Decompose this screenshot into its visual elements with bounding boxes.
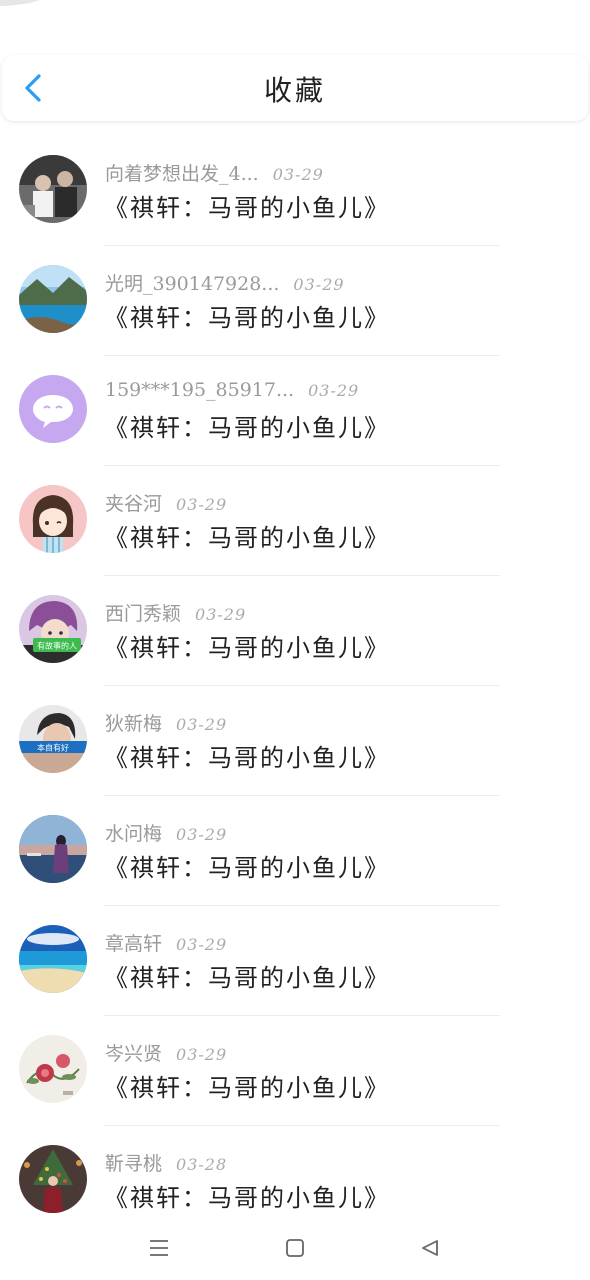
divider: [104, 685, 500, 686]
item-date: 03-29: [195, 605, 247, 624]
item-subject[interactable]: 《祺轩：马哥的小鱼儿》: [104, 188, 390, 223]
status-bar-decoration: [0, 0, 40, 6]
item-date: 03-29: [176, 715, 228, 734]
default-chat-avatar[interactable]: [19, 375, 87, 443]
list-item[interactable]: 岑兴贤 03-29 《祺轩：马哥的小鱼儿》: [0, 1015, 590, 1125]
item-meta: 岑兴贤 03-29: [105, 1039, 227, 1066]
list-item[interactable]: 章高轩 03-29 《祺轩：马哥的小鱼儿》: [0, 905, 590, 1015]
sender-name: 水问梅: [105, 823, 163, 845]
sender-name: 向着梦想出发_4...: [105, 163, 259, 185]
item-subject[interactable]: 《祺轩：马哥的小鱼儿》: [104, 1178, 390, 1213]
menu-icon: [150, 1240, 168, 1256]
menu-button[interactable]: [141, 1230, 177, 1266]
item-meta: 靳寻桃 03-28: [105, 1149, 227, 1176]
christmas-tree-avatar[interactable]: [19, 1145, 87, 1213]
item-meta: 狄新梅 03-29: [105, 709, 227, 736]
sunset-girl-avatar[interactable]: [19, 815, 87, 883]
anime-character-avatar[interactable]: 有故事的人: [19, 595, 87, 663]
header-bar: 收藏: [2, 55, 588, 121]
back-nav-button[interactable]: [412, 1230, 448, 1266]
item-date: 03-29: [176, 825, 228, 844]
cartoon-girl-avatar[interactable]: [19, 485, 87, 553]
item-subject[interactable]: 《祺轩：马哥的小鱼儿》: [104, 848, 390, 883]
avatar-caption: 有故事的人: [37, 641, 77, 651]
item-date: 03-29: [176, 495, 228, 514]
item-meta: 光明_390147928... 03-29: [105, 269, 345, 296]
item-date: 03-28: [176, 1155, 228, 1174]
divider: [104, 465, 500, 466]
sender-name: 西门秀颖: [105, 603, 182, 625]
item-subject[interactable]: 《祺轩：马哥的小鱼儿》: [104, 738, 390, 773]
item-date: 03-29: [293, 275, 345, 294]
item-subject[interactable]: 《祺轩：马哥的小鱼儿》: [104, 518, 390, 553]
item-date: 03-29: [308, 381, 360, 400]
avatar-caption: 本自有好: [37, 743, 69, 753]
list-item[interactable]: 159***195_85917... 03-29 《祺轩：马哥的小鱼儿》: [0, 355, 590, 465]
item-subject[interactable]: 《祺轩：马哥的小鱼儿》: [104, 628, 390, 663]
sender-name: 夹谷河: [105, 493, 163, 515]
sender-name: 159***195_85917...: [105, 379, 295, 401]
item-meta: 159***195_85917... 03-29: [105, 379, 359, 401]
item-subject[interactable]: 《祺轩：马哥的小鱼儿》: [104, 408, 390, 443]
item-subject[interactable]: 《祺轩：马哥的小鱼儿》: [104, 298, 390, 333]
item-meta: 水问梅 03-29: [105, 819, 227, 846]
system-nav-bar: [0, 1216, 590, 1280]
divider: [104, 355, 500, 356]
list-item[interactable]: 水问梅 03-29 《祺轩：马哥的小鱼儿》: [0, 795, 590, 905]
divider: [104, 575, 500, 576]
item-date: 03-29: [176, 1045, 228, 1064]
sender-name: 靳寻桃: [105, 1153, 163, 1175]
divider: [104, 1015, 500, 1016]
divider: [104, 905, 500, 906]
lake-landscape-avatar[interactable]: [19, 265, 87, 333]
sender-name: 章高轩: [105, 933, 163, 955]
sender-name: 狄新梅: [105, 713, 163, 735]
sender-name: 岑兴贤: [105, 1043, 163, 1065]
list-item[interactable]: 夹谷河 03-29 《祺轩：马哥的小鱼儿》: [0, 465, 590, 575]
list-item[interactable]: 光明_390147928... 03-29 《祺轩：马哥的小鱼儿》: [0, 245, 590, 355]
sender-name: 光明_390147928...: [105, 273, 280, 295]
beach-avatar[interactable]: [19, 925, 87, 993]
item-date: 03-29: [176, 935, 228, 954]
divider: [104, 1125, 500, 1126]
page-title: 收藏: [263, 74, 326, 107]
divider: [104, 795, 500, 796]
favorites-list: 向着梦想出发_4... 03-29 《祺轩：马哥的小鱼儿》 光明_39014792…: [0, 135, 590, 1235]
home-square-icon: [286, 1239, 304, 1257]
portrait-avatar[interactable]: 本自有好: [19, 705, 87, 773]
item-meta: 夹谷河 03-29: [105, 489, 227, 516]
item-meta: 向着梦想出发_4... 03-29: [105, 159, 324, 186]
item-meta: 章高轩 03-29: [105, 929, 227, 956]
divider: [104, 245, 500, 246]
item-subject[interactable]: 《祺轩：马哥的小鱼儿》: [104, 958, 390, 993]
item-meta: 西门秀颖 03-29: [105, 599, 246, 626]
flower-painting-avatar[interactable]: [19, 1035, 87, 1103]
item-subject[interactable]: 《祺轩：马哥的小鱼儿》: [104, 1068, 390, 1103]
list-item[interactable]: 有故事的人 西门秀颖 03-29 《祺轩：马哥的小鱼儿》: [0, 575, 590, 685]
back-triangle-icon: [422, 1240, 438, 1256]
list-item[interactable]: 本自有好 狄新梅 03-29 《祺轩：马哥的小鱼儿》: [0, 685, 590, 795]
favorites-screen: 收藏 向着梦想出发_4... 03-29 《祺轩：马哥的小鱼儿》 光明_3901…: [0, 0, 590, 1280]
list-item[interactable]: 向着梦想出发_4... 03-29 《祺轩：马哥的小鱼儿》: [0, 135, 590, 245]
item-date: 03-29: [272, 165, 324, 184]
photo-group-avatar[interactable]: [19, 155, 87, 223]
home-button[interactable]: [277, 1230, 313, 1266]
